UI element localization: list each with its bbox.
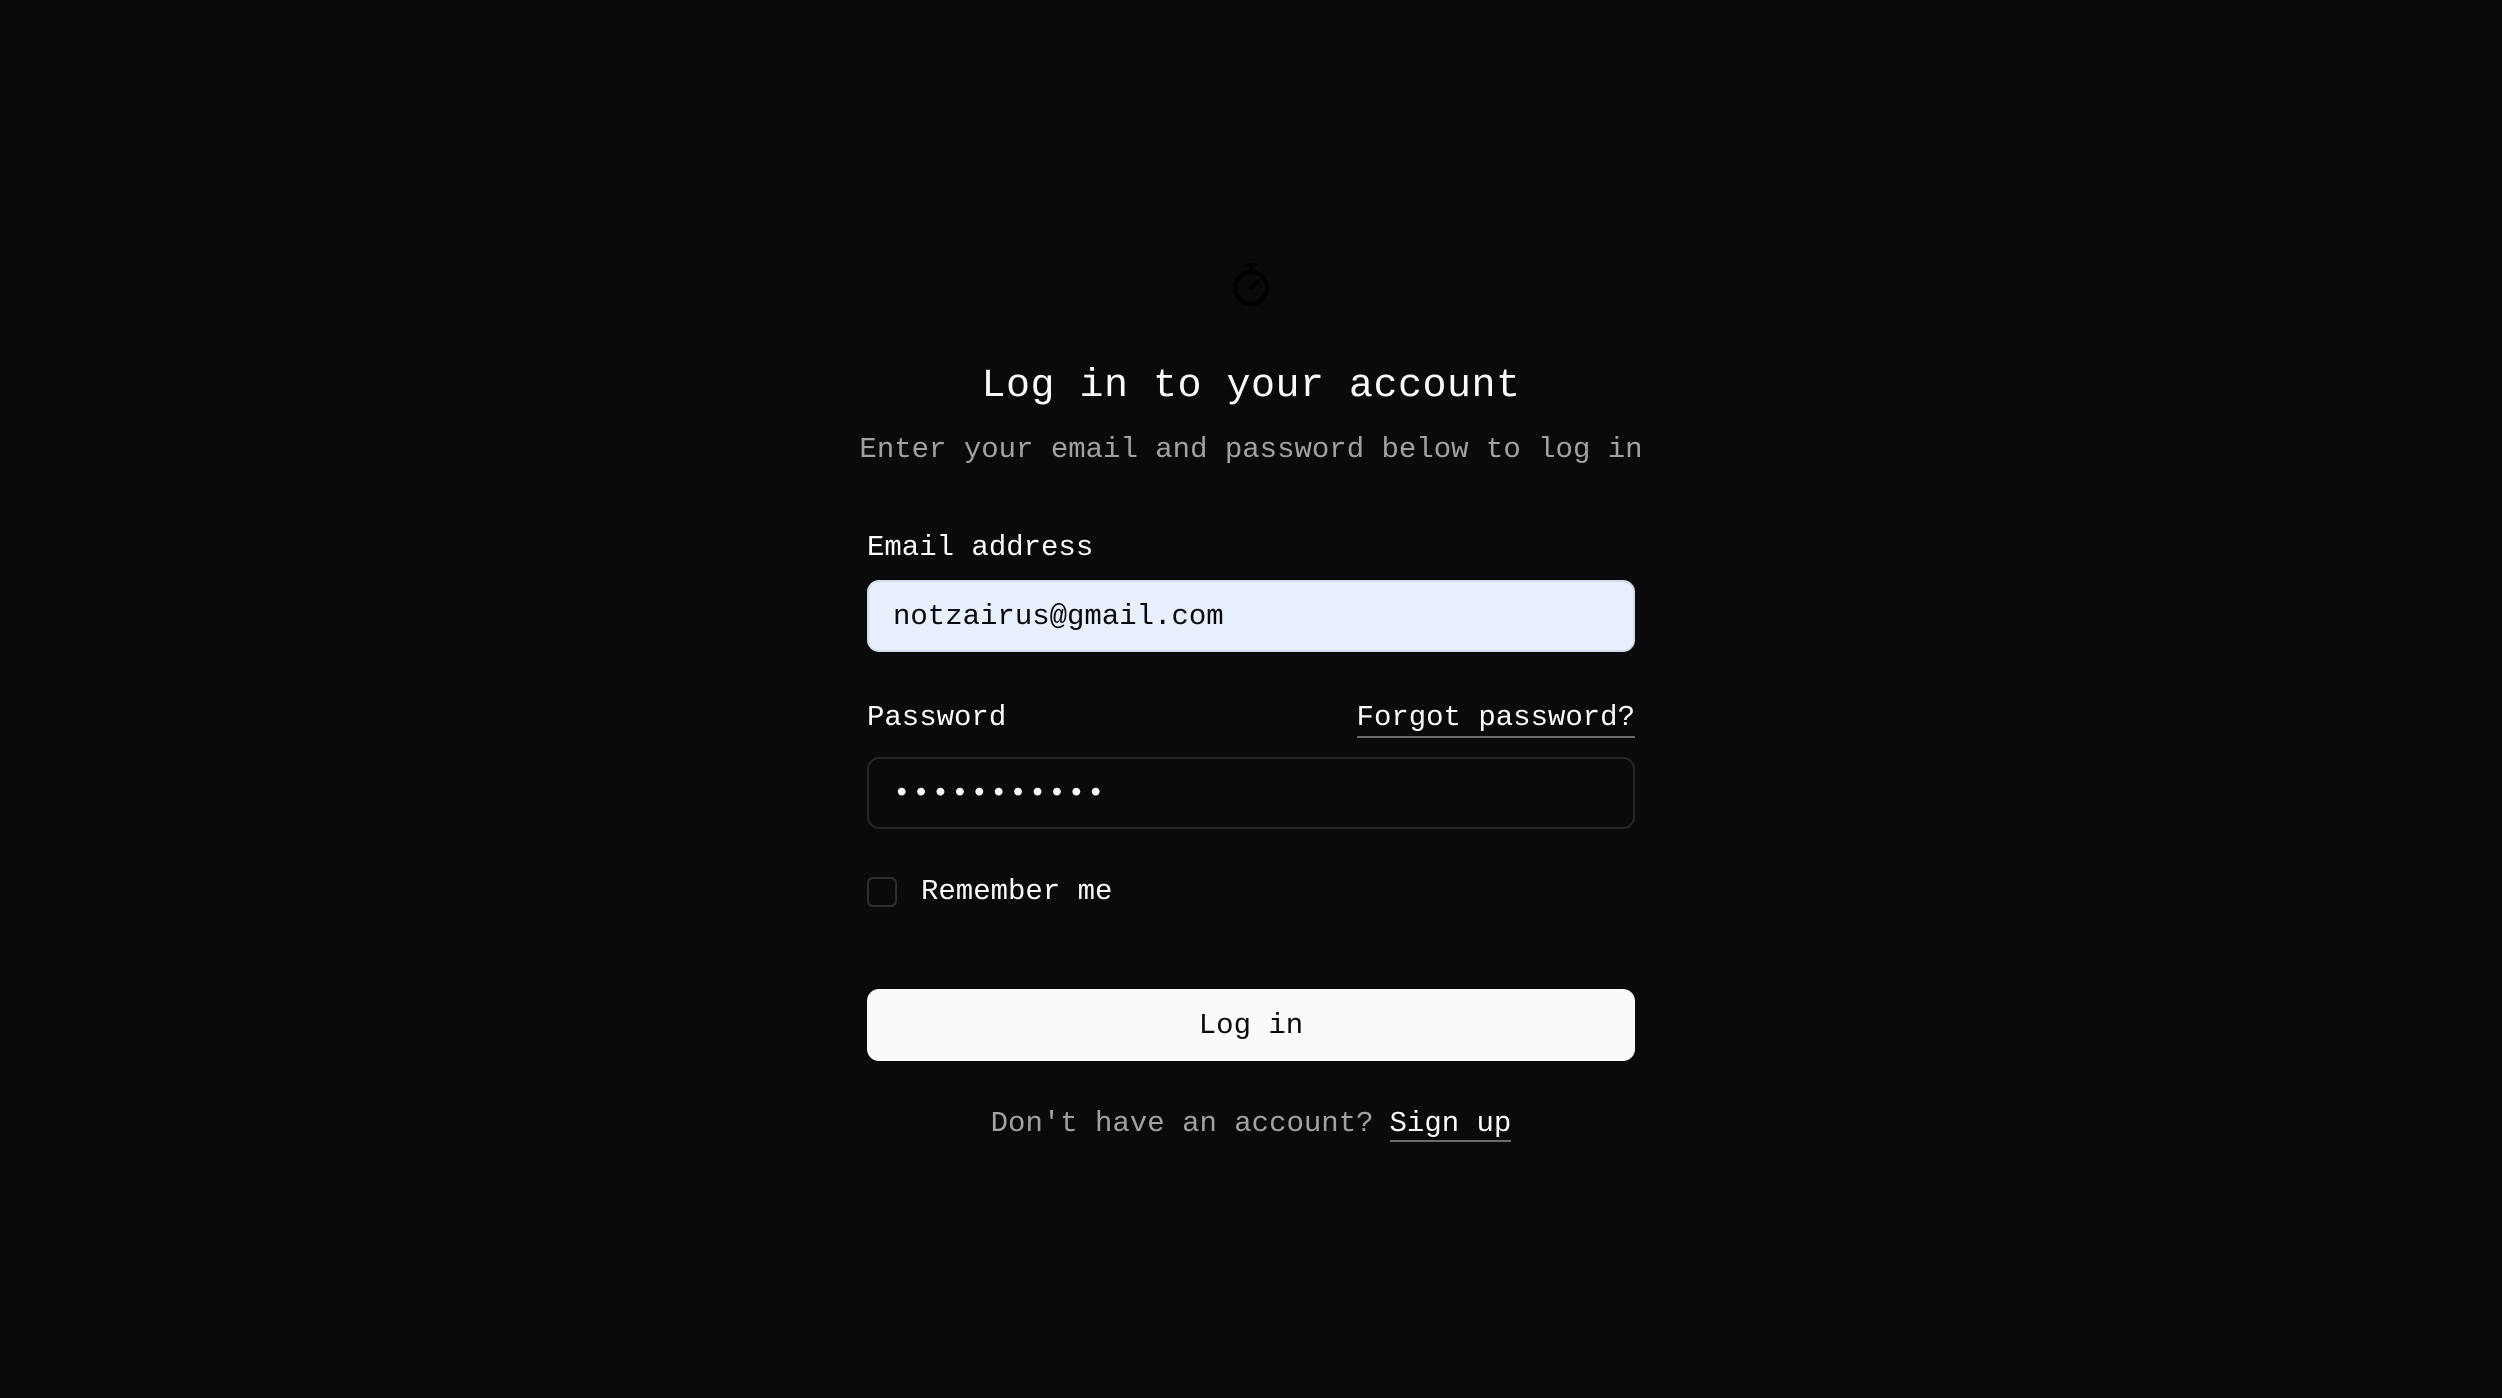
- signup-link[interactable]: Sign up: [1389, 1107, 1512, 1142]
- login-button[interactable]: Log in: [867, 989, 1635, 1061]
- stopwatch-icon: [1233, 263, 1269, 306]
- page-subtitle: Enter your email and password below to l…: [859, 433, 1643, 466]
- password-field[interactable]: [867, 757, 1635, 829]
- email-field[interactable]: [867, 580, 1635, 652]
- remember-me-label: Remember me: [921, 875, 1113, 908]
- checkbox-box[interactable]: [867, 877, 897, 907]
- email-label: Email address: [867, 531, 1094, 564]
- page-title: Log in to your account: [981, 364, 1521, 409]
- login-page: Log in to your account Enter your email …: [0, 0, 2502, 1398]
- forgot-password-link[interactable]: Forgot password?: [1356, 700, 1635, 738]
- signup-prompt: Don't have an account?: [990, 1107, 1374, 1140]
- remember-me-checkbox[interactable]: Remember me: [867, 874, 1112, 910]
- password-label: Password: [867, 701, 1007, 734]
- signup-row: Don't have an account? Sign up: [0, 1106, 2502, 1142]
